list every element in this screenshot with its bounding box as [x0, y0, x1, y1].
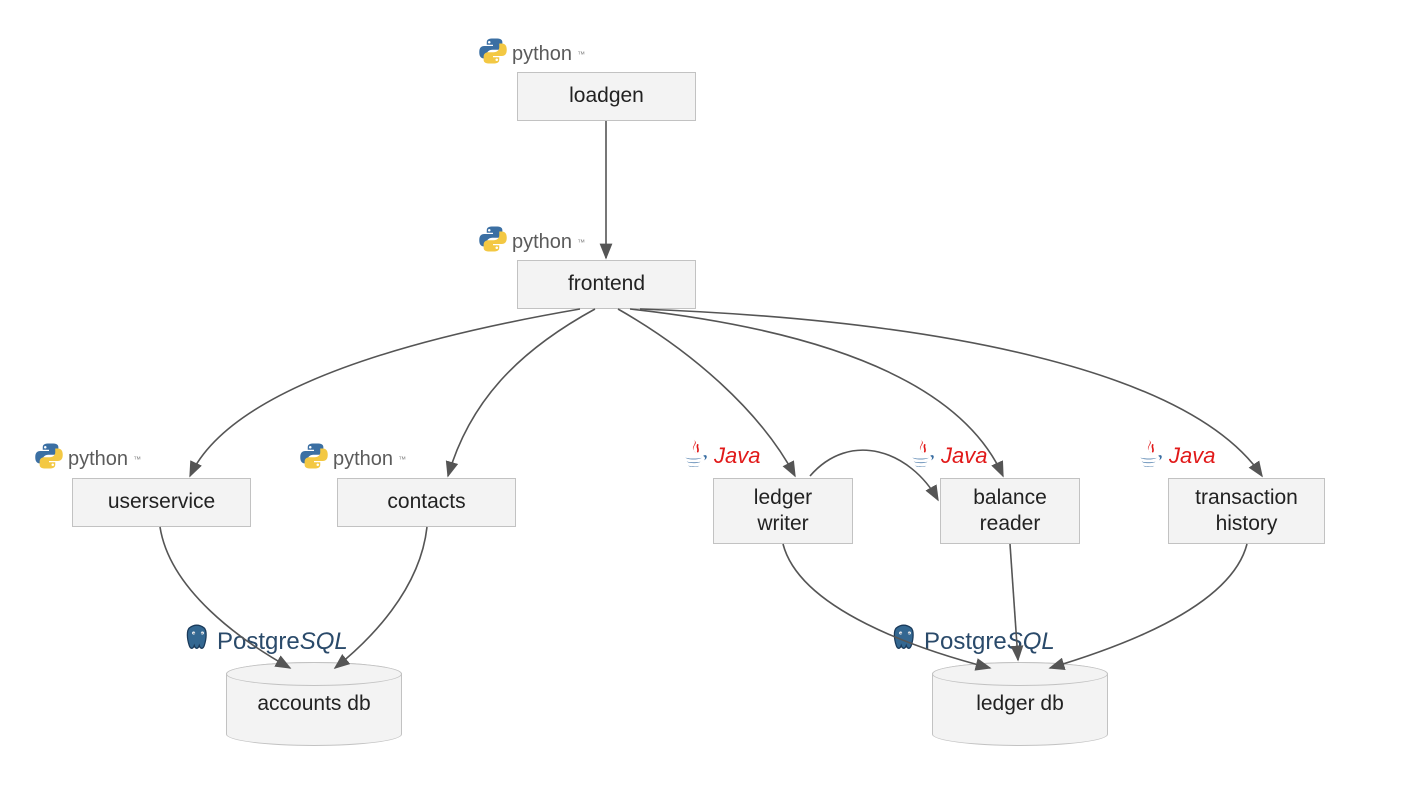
- node-userservice: userservice: [72, 478, 251, 527]
- tech-text: python: [512, 231, 572, 254]
- python-label-contacts: python™: [299, 441, 406, 477]
- node-label: userservice: [108, 489, 215, 515]
- tech-text: python: [68, 448, 128, 471]
- python-icon: [478, 36, 508, 72]
- java-icon: [680, 436, 710, 476]
- db-accounts: accounts db: [226, 662, 402, 746]
- postgresql-label-ledger: PostgreSQL: [890, 623, 1055, 660]
- python-label-frontend: python™: [478, 224, 585, 260]
- java-label-transaction-history: Java: [1135, 436, 1215, 476]
- tech-text: Java: [1169, 443, 1215, 469]
- tech-text: Java: [714, 443, 760, 469]
- node-label: ledger writer: [754, 485, 812, 538]
- node-label: balance reader: [973, 485, 1047, 538]
- node-label: transaction history: [1195, 485, 1298, 538]
- node-label: loadgen: [569, 83, 644, 109]
- java-label-balance-reader: Java: [907, 436, 987, 476]
- tech-text-pre: Postgre: [217, 628, 300, 655]
- postgresql-label-accounts: PostgreSQL: [183, 623, 348, 660]
- node-frontend: frontend: [517, 260, 696, 309]
- node-contacts: contacts: [337, 478, 516, 527]
- python-label-loadgen: python™: [478, 36, 585, 72]
- python-icon: [34, 441, 64, 477]
- java-label-ledger-writer: Java: [680, 436, 760, 476]
- python-label-userservice: python™: [34, 441, 141, 477]
- node-loadgen: loadgen: [517, 72, 696, 121]
- postgresql-icon: [890, 623, 920, 660]
- tech-text: python: [333, 448, 393, 471]
- db-label: accounts db: [257, 692, 370, 716]
- tech-text-suf: SQL: [300, 628, 348, 655]
- python-icon: [299, 441, 329, 477]
- node-ledger-writer: ledger writer: [713, 478, 853, 544]
- python-icon: [478, 224, 508, 260]
- java-icon: [907, 436, 937, 476]
- db-ledger: ledger db: [932, 662, 1108, 746]
- java-icon: [1135, 436, 1165, 476]
- diagram-arrows: [0, 0, 1402, 805]
- tech-text-pre: Postgre: [924, 628, 1007, 655]
- tech-text: Java: [941, 443, 987, 469]
- node-transaction-history: transaction history: [1168, 478, 1325, 544]
- postgresql-icon: [183, 623, 213, 660]
- node-label: contacts: [387, 489, 465, 515]
- db-label: ledger db: [976, 692, 1064, 716]
- node-label: frontend: [568, 271, 645, 297]
- tech-text-suf: SQL: [1007, 628, 1055, 655]
- node-balance-reader: balance reader: [940, 478, 1080, 544]
- tech-text: python: [512, 43, 572, 66]
